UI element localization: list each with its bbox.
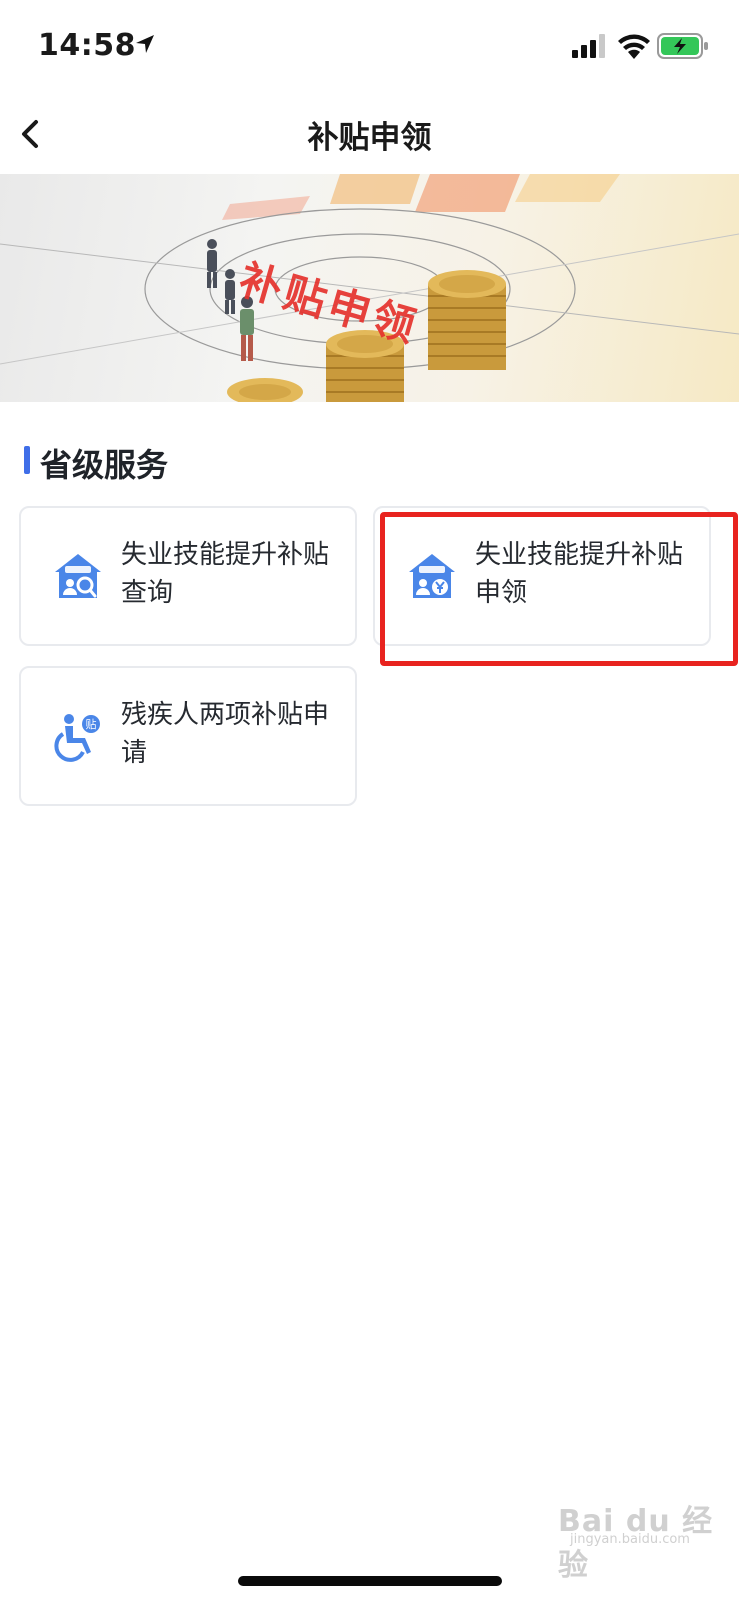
service-card-skill-subsidy-apply[interactable]: 失业技能提升补贴申领: [373, 506, 711, 646]
card-label: 残疾人两项补贴申请: [121, 700, 330, 768]
card-label: 失业技能提升补贴申领: [475, 540, 684, 608]
nav-bar: 补贴申领: [0, 94, 739, 174]
service-card-disability-subsidy[interactable]: 贴 残疾人两项补贴申请: [19, 666, 357, 806]
cellular-signal-icon: [572, 34, 605, 58]
house-search-icon: [55, 554, 101, 598]
banner-image: 补贴申领: [0, 174, 739, 402]
service-card-skill-subsidy-query[interactable]: 失业技能提升补贴查询: [19, 506, 357, 646]
card-label: 失业技能提升补贴查询: [121, 540, 330, 608]
section-title: 省级服务: [40, 446, 169, 484]
section-accent-bar: [24, 446, 30, 474]
page-title: 补贴申领: [307, 120, 432, 156]
watermark-url: jingyan.baidu.com: [570, 1532, 690, 1547]
wheelchair-icon: 贴: [54, 714, 100, 762]
status-bar: 14:58: [0, 0, 739, 94]
icon-badge: 贴: [86, 717, 97, 731]
home-indicator[interactable]: [238, 1576, 502, 1586]
location-arrow-icon: [136, 35, 154, 53]
battery-charging-icon: [657, 33, 708, 59]
status-time: 14:58: [38, 28, 136, 63]
wifi-icon: [618, 34, 650, 59]
house-subsidy-icon: [409, 554, 455, 598]
